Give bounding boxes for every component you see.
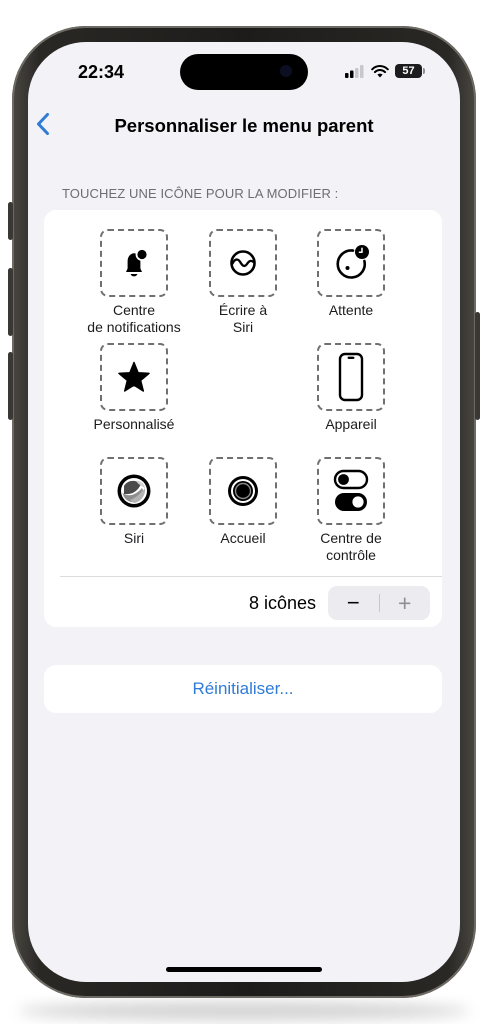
slot-label: Accueil [220,530,266,546]
slot-label: Centre de notifications [87,302,181,335]
slot-siri[interactable]: Siri [85,457,183,547]
battery-level: 57 [402,65,415,77]
icon-count-stepper: − + [328,586,430,620]
slot-frame [209,229,277,297]
battery-icon: 57 [395,64,425,78]
slot-type-to-siri[interactable]: Écrire à Siri [194,229,292,336]
phone-shadow [18,1002,470,1020]
scribble-icon [230,250,256,276]
slot-label: Centre de contrôle [320,530,382,563]
action-button [8,202,13,240]
toggles-icon [333,469,369,511]
minus-icon: − [346,590,360,615]
dynamic-island [180,54,308,90]
slot-custom[interactable]: Personnalisé [85,343,183,433]
clock-dial-icon [336,245,369,279]
camera-dot [280,65,292,77]
divider [60,576,442,577]
slot-home[interactable]: Accueil [194,457,292,547]
screen: 22:34 57 Personnaliser le menu parent TO… [28,42,460,982]
wifi-icon [371,64,389,77]
slot-frame [209,457,277,525]
icon-count-label: 8 icônes [248,593,316,613]
increment-button[interactable]: + [380,586,431,620]
slot-frame [317,457,385,525]
slot-device[interactable]: Appareil [302,343,400,433]
star-icon [118,361,150,392]
plus-icon: + [398,589,412,616]
decrement-button[interactable]: − [328,586,379,620]
slot-label: Personnalisé [93,416,175,432]
slot-frame [100,343,168,411]
device-icon [338,352,364,402]
slot-label: Écrire à Siri [218,302,268,335]
section-header: TOUCHEZ UNE ICÔNE POUR LA MODIFIER : [62,186,339,201]
slot-label: Attente [328,302,374,318]
volume-up-button [8,268,13,336]
cellular-signal-icon [345,64,364,78]
status-icons: 57 [345,64,425,78]
reset-label: Réinitialiser... [192,679,294,698]
slot-frame [317,229,385,297]
home-button-icon [228,476,258,506]
home-indicator [166,967,322,972]
page-title: Personnaliser le menu parent [114,115,374,136]
icons-card: Centre de notifications Écrire à Siri At… [44,210,442,627]
bell-badge-icon [126,248,149,277]
slot-frame [100,457,168,525]
reset-button[interactable]: Réinitialiser... [44,665,442,713]
slot-control-center[interactable]: Centre de contrôle [302,457,400,564]
siri-orb-icon [117,474,151,508]
slot-frame [317,343,385,411]
side-power-button [475,312,480,420]
slot-label: Siri [123,530,145,546]
slot-notification-center[interactable]: Centre de notifications [85,229,183,336]
slot-standby[interactable]: Attente [302,229,400,319]
slot-label: Appareil [325,416,377,432]
status-time: 22:34 [78,62,125,82]
volume-down-button [8,352,13,420]
slot-frame [100,229,168,297]
